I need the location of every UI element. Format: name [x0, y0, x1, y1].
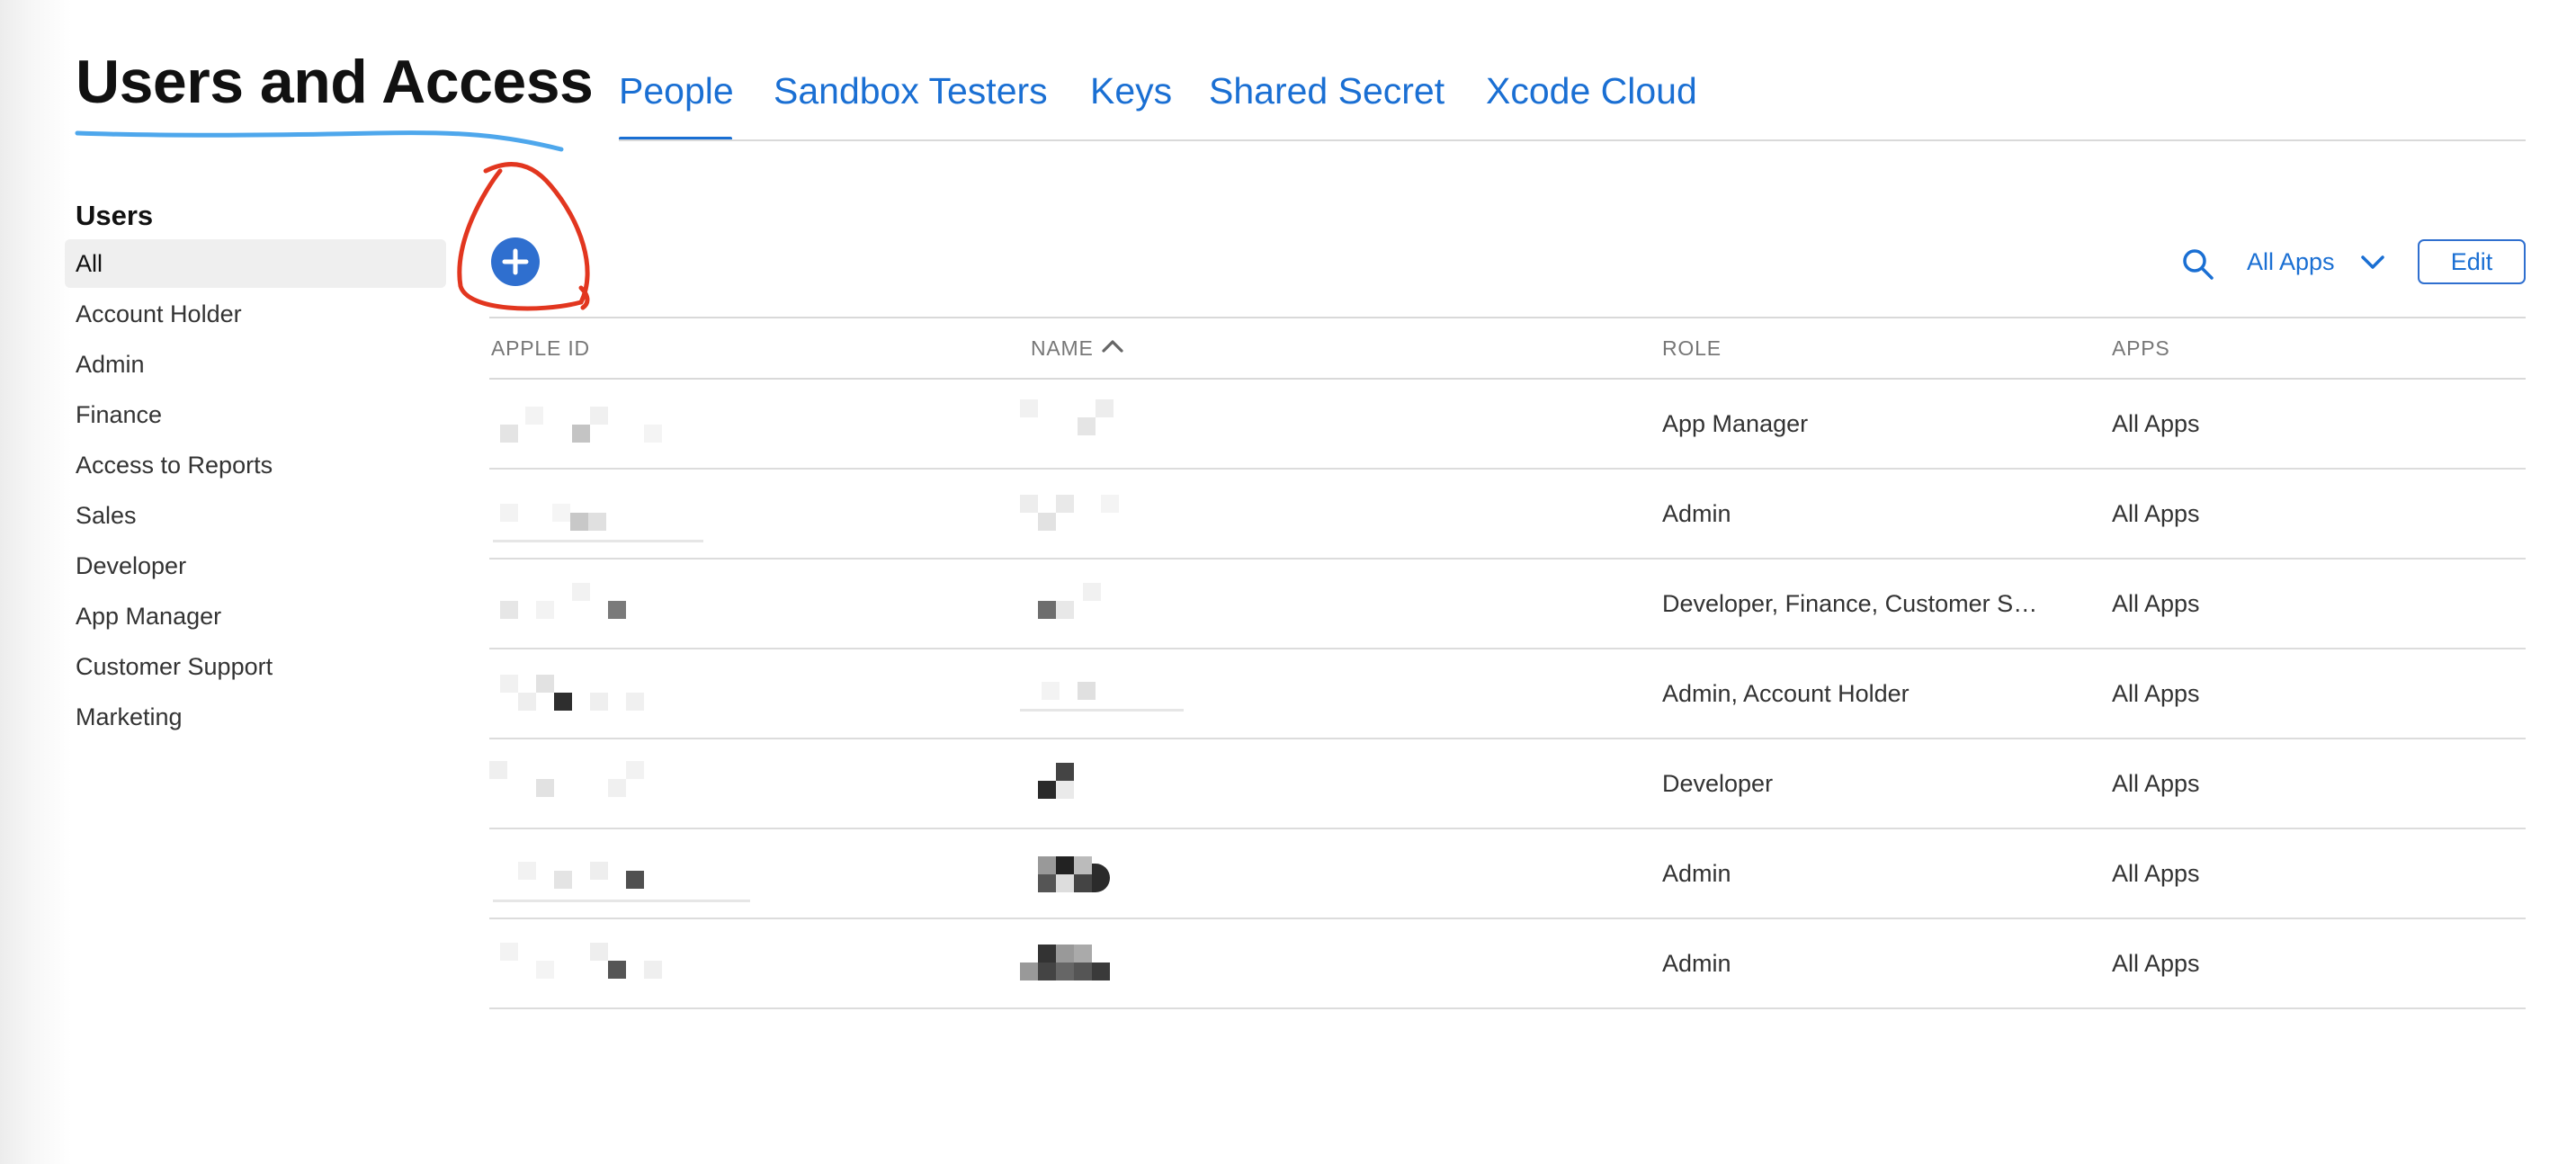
table-top-divider: [489, 317, 2526, 318]
sidebar-item-sales[interactable]: Sales: [65, 491, 446, 540]
column-header-apps[interactable]: APPS: [2112, 336, 2170, 361]
sidebar-item-developer[interactable]: Developer: [65, 542, 446, 590]
column-header-role[interactable]: ROLE: [1662, 336, 1722, 361]
header-divider: [619, 139, 2526, 141]
sidebar-item-customer-support[interactable]: Customer Support: [65, 642, 446, 691]
tab-keys[interactable]: Keys: [1090, 70, 1172, 112]
window-edge-shadow: [0, 0, 72, 1164]
sidebar-item-marketing[interactable]: Marketing: [65, 693, 446, 741]
table-row[interactable]: App Manager All Apps: [489, 380, 2526, 470]
sidebar-item-all[interactable]: All: [65, 239, 446, 288]
sidebar-item-finance[interactable]: Finance: [65, 390, 446, 439]
sidebar-item-admin[interactable]: Admin: [65, 340, 446, 389]
sidebar-item-account-holder[interactable]: Account Holder: [65, 290, 446, 338]
role-cell: Admin: [1662, 500, 1731, 527]
tab-shared-secret[interactable]: Shared Secret: [1209, 70, 1445, 112]
apps-cell: All Apps: [2112, 860, 2200, 887]
sidebar-title: Users: [76, 200, 154, 231]
apps-cell: All Apps: [2112, 500, 2200, 527]
apps-cell: All Apps: [2112, 680, 2200, 707]
role-cell: Developer, Finance, Customer Sup...: [1662, 590, 2049, 617]
table-row[interactable]: Admin All Apps: [489, 919, 2526, 1009]
table-row[interactable]: Admin All Apps: [489, 829, 2526, 919]
role-cell: Admin, Account Holder: [1662, 680, 1910, 707]
apps-cell: All Apps: [2112, 950, 2200, 977]
annotation-underline: [75, 130, 564, 152]
tab-sandbox-testers[interactable]: Sandbox Testers: [774, 70, 1048, 112]
apps-cell: All Apps: [2112, 770, 2200, 797]
table-row[interactable]: Admin, Account Holder All Apps: [489, 649, 2526, 739]
apps-cell: All Apps: [2112, 590, 2200, 617]
tab-xcode-cloud[interactable]: Xcode Cloud: [1486, 70, 1697, 112]
table-row[interactable]: Developer All Apps: [489, 739, 2526, 829]
apps-cell: All Apps: [2112, 410, 2200, 437]
role-cell: Developer: [1662, 770, 1774, 797]
column-header-apple-id[interactable]: APPLE ID: [491, 336, 590, 361]
add-user-button[interactable]: [491, 237, 540, 286]
apps-filter-dropdown[interactable]: All Apps: [2247, 248, 2335, 276]
role-cell: Admin: [1662, 950, 1731, 977]
sidebar-item-app-manager[interactable]: App Manager: [65, 592, 446, 640]
chevron-down-icon[interactable]: [2360, 254, 2385, 272]
page-title: Users and Access: [76, 48, 594, 116]
role-cell: App Manager: [1662, 410, 1809, 437]
row-divider: [489, 1007, 2526, 1009]
plus-icon: [502, 248, 529, 275]
table-row[interactable]: Developer, Finance, Customer Sup... All …: [489, 560, 2526, 649]
column-header-name[interactable]: NAME: [1031, 336, 1094, 361]
role-cell: Admin: [1662, 860, 1731, 887]
sidebar-item-access-to-reports[interactable]: Access to Reports: [65, 441, 446, 489]
search-icon[interactable]: [2180, 246, 2216, 282]
table-row[interactable]: Admin All Apps: [489, 470, 2526, 560]
tab-people[interactable]: People: [619, 70, 734, 112]
annotation-circle: [457, 162, 590, 311]
chevron-up-icon[interactable]: [1101, 336, 1124, 356]
edit-button[interactable]: Edit: [2418, 239, 2526, 284]
